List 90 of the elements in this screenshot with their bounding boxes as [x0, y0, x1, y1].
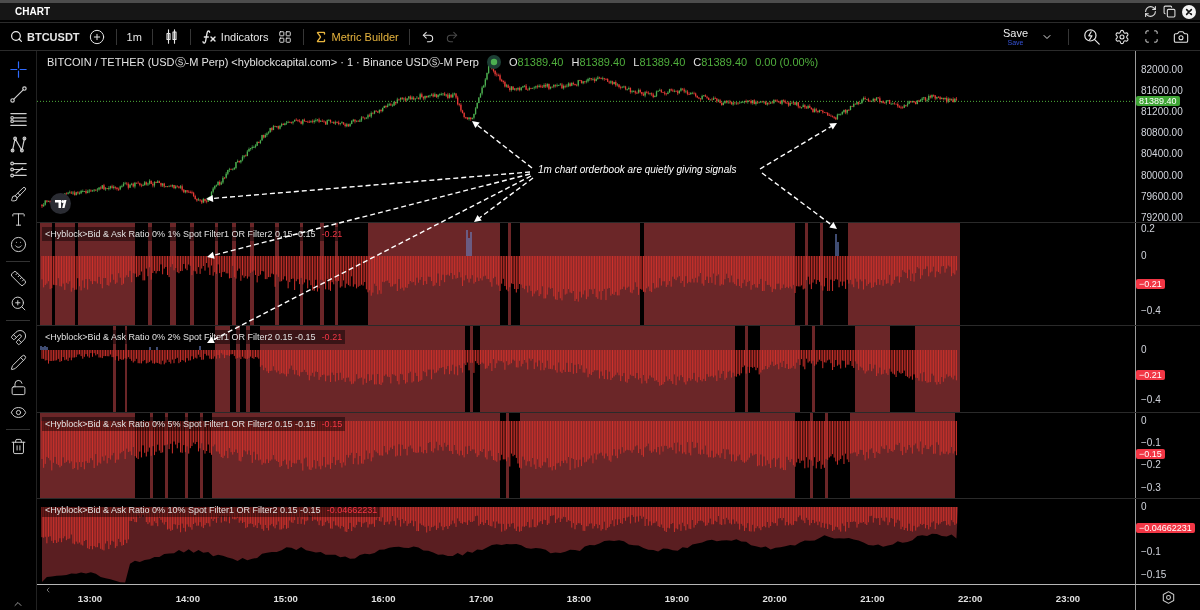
axis-label: −0.2 — [1141, 460, 1161, 470]
axis-label: 0 — [1141, 502, 1147, 512]
axis-label: −0.1 — [1141, 547, 1161, 557]
refresh-icon[interactable] — [1144, 5, 1157, 18]
fullscreen-icon[interactable] — [1144, 29, 1159, 44]
status-dot-icon — [486, 55, 501, 69]
zoom-in-icon[interactable] — [9, 295, 27, 312]
ohlc-value: C81389.40 — [693, 55, 748, 69]
price-label: 79200.00 — [1141, 212, 1183, 223]
axis-label: −0.4 — [1141, 306, 1161, 316]
crosshair-icon[interactable] — [9, 61, 27, 78]
indicators-button[interactable]: Indicators — [196, 25, 273, 48]
search-icon — [10, 30, 23, 43]
time-label: 13:00 — [77, 593, 103, 604]
legend-text: <Hyblock>Bid & Ask Ratio 0% 2% Spot Filter1 OR Filter2 0.15 -0.15 — [45, 331, 316, 343]
axis-label: 0 — [1141, 345, 1147, 355]
price-label: 80800.00 — [1141, 128, 1183, 139]
text-icon[interactable] — [9, 211, 27, 228]
save-label: Save — [1002, 26, 1028, 39]
value-badge: −0.15 — [1136, 449, 1165, 459]
annotation-arrow — [472, 121, 533, 169]
close-icon[interactable] — [1182, 4, 1196, 19]
axis-label: 0.2 — [1141, 224, 1155, 234]
time-label: 20:00 — [762, 593, 787, 604]
trend-line-icon[interactable] — [9, 86, 27, 103]
ruler-icon[interactable] — [9, 270, 27, 287]
ohlc-value: O81389.40 — [508, 55, 564, 69]
price-label: 80000.00 — [1141, 170, 1183, 181]
search-flash-icon[interactable] — [1084, 28, 1100, 45]
axis-label: −0.15 — [1141, 570, 1167, 580]
price-change: 0.00 (0.00%) — [755, 55, 819, 69]
candlestick-icon[interactable] — [163, 29, 179, 44]
axis-label: 0 — [1141, 416, 1147, 426]
legend-value: -0.21 — [321, 228, 343, 240]
ohlc-value: H81389.40 — [571, 55, 626, 69]
window-title: CHART — [15, 6, 50, 17]
fib-levels-icon[interactable] — [9, 161, 27, 178]
time-label: 14:00 — [175, 593, 200, 604]
legend-value: -0.04662231 — [326, 504, 378, 516]
legend-text: <Hyblock>Bid & Ask Ratio 0% 5% Spot Filter1 OR Filter2 0.15 -0.15 — [45, 418, 316, 430]
time-label: 23:00 — [1055, 593, 1081, 604]
time-label: 21:00 — [860, 593, 885, 604]
time-label: 19:00 — [664, 593, 689, 604]
parallel-lines-icon[interactable] — [9, 111, 27, 128]
pencil-icon[interactable] — [9, 354, 27, 371]
legend-value: -0.21 — [321, 331, 343, 343]
magnet-icon[interactable] — [9, 329, 27, 346]
ohlc-value: L81389.40 — [633, 55, 686, 69]
time-label: 18:00 — [566, 593, 592, 604]
symbol-search-button[interactable]: BTCUSDT — [6, 25, 84, 48]
settings-icon[interactable] — [1161, 591, 1175, 604]
legend-text: <Hyblock>Bid & Ask Ratio 0% 1% Spot Filter1 OR Filter2 0.15 -0.15 — [45, 228, 316, 240]
value-badge: −0.21 — [1136, 370, 1165, 380]
grid-icon[interactable] — [277, 29, 292, 44]
time-label: 22:00 — [958, 593, 983, 604]
add-icon[interactable] — [88, 28, 105, 45]
legend-text: <Hyblock>Bid & Ask Ratio 0% 10% Spot Filter1 OR Filter2 0.15 -0.15 — [45, 504, 321, 516]
annotation-text: 1m chart orderbook are quietly giving signals — [538, 163, 737, 176]
axis-label: 0 — [1141, 251, 1147, 261]
last-price-badge: 81389.40 — [1136, 96, 1180, 106]
pattern-icon[interactable] — [9, 136, 27, 153]
axis-label: −0.1 — [1141, 438, 1161, 448]
interval-button[interactable]: 1m — [122, 25, 146, 48]
price-label: 81600.00 — [1141, 85, 1183, 96]
smiley-icon[interactable] — [9, 236, 27, 253]
logo-icon[interactable] — [50, 193, 71, 214]
copy-icon[interactable] — [1163, 5, 1176, 18]
unlocked-lock-icon[interactable] — [9, 379, 27, 396]
time-label: 17:00 — [469, 593, 494, 604]
price-label: 82000.00 — [1141, 64, 1183, 75]
metric-builder-button[interactable]: Metric Builder — [309, 25, 403, 48]
axis-label: −0.3 — [1141, 483, 1161, 493]
undo-icon[interactable] — [420, 29, 435, 44]
value-badge: −0.21 — [1136, 279, 1165, 289]
chevron-left-icon[interactable] — [44, 586, 52, 594]
function-icon — [200, 28, 217, 45]
price-label: 80400.00 — [1141, 149, 1183, 160]
value-badge: −0.04662231 — [1136, 523, 1195, 533]
eye-icon[interactable] — [9, 404, 27, 421]
symbol-title: BITCOIN / TETHER (USDⓈ-M Perp) <hyblockcapital.com> · 1 · Binance USDⓈ-M Perp — [47, 55, 479, 69]
price-label: 81200.00 — [1141, 106, 1183, 117]
price-label: 79600.00 — [1141, 191, 1183, 202]
time-label: 16:00 — [371, 593, 396, 604]
trash-icon[interactable] — [9, 438, 27, 455]
time-label: 15:00 — [273, 593, 298, 604]
legend-value: -0.15 — [321, 418, 343, 430]
settings-icon[interactable] — [1114, 28, 1130, 45]
brush-icon[interactable] — [9, 186, 27, 203]
axis-label: −0.4 — [1141, 395, 1161, 405]
camera-icon[interactable] — [1173, 28, 1189, 45]
